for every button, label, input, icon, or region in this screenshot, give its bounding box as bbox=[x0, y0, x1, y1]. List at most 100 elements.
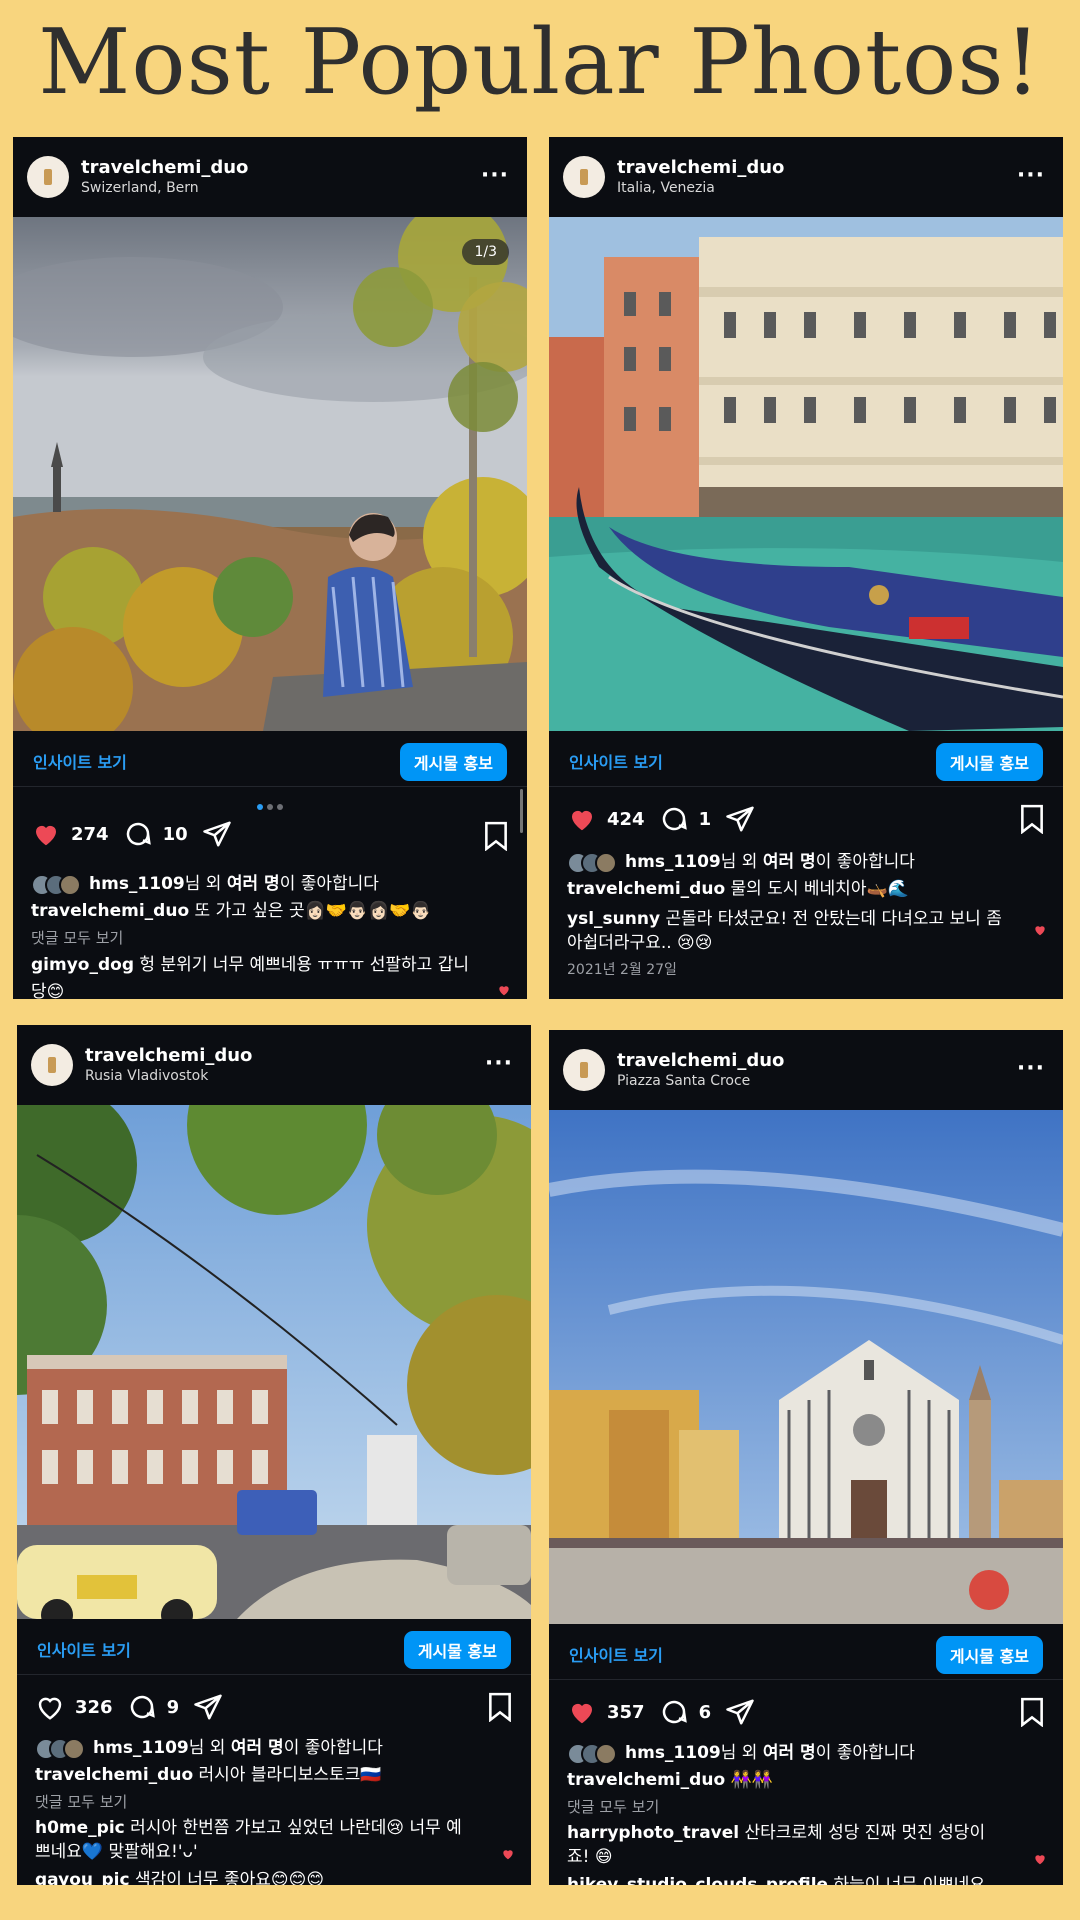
more-options-icon[interactable]: ··· bbox=[485, 1053, 513, 1075]
caption: travelchemi_duo 물의 도시 베네치아🛶🌊 bbox=[567, 876, 1037, 903]
insights-link[interactable]: 인사이트 보기 bbox=[37, 1637, 131, 1661]
comment-icon[interactable] bbox=[123, 819, 153, 849]
likers-row[interactable]: hms_1109님 외 여러 명이 좋아합니다 bbox=[31, 871, 501, 898]
more-options-icon[interactable]: ··· bbox=[1017, 1058, 1045, 1080]
insight-row: 인사이트 보기 게시물 홍보 bbox=[17, 1619, 531, 1675]
post-photo[interactable]: 1/3 bbox=[13, 217, 527, 731]
caption-text: 러시아 블라디보스토크🇷🇺 bbox=[193, 1765, 382, 1785]
post-meta: hms_1109님 외 여러 명이 좋아합니다 travelchemi_duo … bbox=[31, 871, 501, 999]
post-meta: hms_1109님 외 여러 명이 좋아합니다 travelchemi_duo … bbox=[567, 849, 1037, 984]
caption: travelchemi_duo 또 가고 싶은 곳👩🏻‍🤝‍👨🏻👩🏻‍🤝‍👨🏻 bbox=[31, 898, 501, 925]
username[interactable]: travelchemi_duo bbox=[617, 157, 784, 179]
location[interactable]: Piazza Santa Croce bbox=[617, 1072, 784, 1090]
promote-button[interactable]: 게시물 홍보 bbox=[403, 1631, 511, 1669]
location[interactable]: Swizerland, Bern bbox=[81, 179, 248, 197]
heart-icon[interactable] bbox=[31, 819, 61, 849]
heart-icon[interactable] bbox=[567, 804, 597, 834]
action-bar: 357 6 bbox=[567, 1695, 755, 1729]
caption-text: 👭👭 bbox=[725, 1770, 773, 1790]
comment-user[interactable]: h0me_pic bbox=[35, 1818, 125, 1838]
comment-user[interactable]: gayou_pic bbox=[35, 1870, 130, 1885]
scrollbar[interactable] bbox=[520, 789, 523, 833]
insights-link[interactable]: 인사이트 보기 bbox=[569, 749, 663, 773]
promote-button[interactable]: 게시물 홍보 bbox=[935, 1636, 1043, 1674]
bookmark-icon[interactable] bbox=[1019, 1697, 1045, 1727]
avatar[interactable] bbox=[563, 156, 605, 198]
username[interactable]: travelchemi_duo bbox=[85, 1045, 252, 1067]
insights-link[interactable]: 인사이트 보기 bbox=[569, 1642, 663, 1666]
liker-name[interactable]: hms_1109 bbox=[89, 874, 185, 894]
caption-user[interactable]: travelchemi_duo bbox=[31, 901, 189, 921]
post-meta: hms_1109님 외 여러 명이 좋아합니다 travelchemi_duo … bbox=[35, 1735, 505, 1885]
liker-name[interactable]: hms_1109 bbox=[93, 1738, 189, 1758]
comment-heart-icon[interactable] bbox=[1033, 923, 1047, 937]
post-card: travelchemi_duo Swizerland, Bern ··· 1/3… bbox=[13, 137, 527, 999]
likers-bold: 여러 명 bbox=[230, 1738, 284, 1758]
share-icon[interactable] bbox=[725, 1697, 755, 1727]
comment-heart-icon[interactable] bbox=[1033, 1852, 1047, 1866]
view-all-comments[interactable]: 댓글 모두 보기 bbox=[35, 1789, 505, 1816]
post-date: 2021년 2월 27일 bbox=[567, 962, 677, 978]
location[interactable]: Italia, Venezia bbox=[617, 179, 784, 197]
view-all-comments[interactable]: 댓글 모두 보기 bbox=[31, 925, 501, 952]
share-icon[interactable] bbox=[193, 1692, 223, 1722]
comment-user[interactable]: ysl_sunny bbox=[567, 909, 660, 929]
heart-icon[interactable] bbox=[567, 1697, 597, 1727]
caption-user[interactable]: travelchemi_duo bbox=[567, 1770, 725, 1790]
post-photo[interactable] bbox=[549, 1110, 1063, 1624]
bookmark-icon[interactable] bbox=[483, 821, 509, 851]
comment-heart-icon[interactable] bbox=[501, 1847, 515, 1861]
likers-suffix2: 이 좋아합니다 bbox=[815, 852, 915, 872]
promote-button[interactable]: 게시물 홍보 bbox=[935, 743, 1043, 781]
post-card: travelchemi_duo Italia, Venezia ··· 인사이트… bbox=[549, 137, 1063, 999]
comment: gimyo_dog 헝 분위기 너무 예쁘네용 ㅠㅠㅠ 선팔하고 갑니당😊 bbox=[31, 952, 471, 999]
likers-row[interactable]: hms_1109님 외 여러 명이 좋아합니다 bbox=[35, 1735, 505, 1762]
liker-name[interactable]: hms_1109 bbox=[625, 1743, 721, 1763]
comment-count: 10 bbox=[162, 823, 188, 845]
share-icon[interactable] bbox=[725, 804, 755, 834]
comment-user[interactable]: hikey_studio_clouds_profile bbox=[567, 1875, 828, 1885]
like-count: 424 bbox=[607, 808, 645, 830]
comment-icon[interactable] bbox=[659, 804, 689, 834]
comment-user[interactable]: harryphoto_travel bbox=[567, 1823, 739, 1843]
post-photo[interactable] bbox=[549, 217, 1063, 731]
likers-row[interactable]: hms_1109님 외 여러 명이 좋아합니다 bbox=[567, 1740, 1037, 1767]
comment: gayou_pic 색감이 너무 좋아요😊😊😊 bbox=[35, 1868, 475, 1885]
comment-icon[interactable] bbox=[127, 1692, 157, 1722]
like-count: 357 bbox=[607, 1701, 645, 1723]
likers-row[interactable]: hms_1109님 외 여러 명이 좋아합니다 bbox=[567, 849, 1037, 876]
carousel-dots bbox=[13, 795, 527, 814]
caption-text: 물의 도시 베네치아🛶🌊 bbox=[725, 879, 909, 899]
avatar[interactable] bbox=[27, 156, 69, 198]
action-bar: 424 1 bbox=[567, 802, 755, 836]
share-icon[interactable] bbox=[202, 819, 232, 849]
post-photo[interactable] bbox=[17, 1105, 531, 1619]
bookmark-icon[interactable] bbox=[487, 1692, 513, 1722]
comment-user[interactable]: gimyo_dog bbox=[31, 955, 134, 975]
comment-heart-icon[interactable] bbox=[497, 983, 511, 997]
username[interactable]: travelchemi_duo bbox=[81, 157, 248, 179]
avatar[interactable] bbox=[563, 1049, 605, 1091]
location[interactable]: Rusia Vladivostok bbox=[85, 1067, 252, 1085]
heart-outline-icon[interactable] bbox=[35, 1692, 65, 1722]
comment-count: 9 bbox=[166, 1696, 180, 1718]
more-options-icon[interactable]: ··· bbox=[1017, 165, 1045, 187]
avatar[interactable] bbox=[31, 1044, 73, 1086]
caption-user[interactable]: travelchemi_duo bbox=[567, 879, 725, 899]
comment-count: 1 bbox=[698, 808, 712, 830]
username[interactable]: travelchemi_duo bbox=[617, 1050, 784, 1072]
insights-link[interactable]: 인사이트 보기 bbox=[33, 749, 127, 773]
insight-row: 인사이트 보기 게시물 홍보 bbox=[13, 731, 527, 787]
likers-suffix2: 이 좋아합니다 bbox=[279, 874, 379, 894]
liker-name[interactable]: hms_1109 bbox=[625, 852, 721, 872]
promote-button[interactable]: 게시물 홍보 bbox=[399, 743, 507, 781]
more-options-icon[interactable]: ··· bbox=[481, 165, 509, 187]
post-meta: hms_1109님 외 여러 명이 좋아합니다 travelchemi_duo … bbox=[567, 1740, 1037, 1885]
comment-icon[interactable] bbox=[659, 1697, 689, 1727]
insight-row: 인사이트 보기 게시물 홍보 bbox=[549, 1624, 1063, 1680]
caption-user[interactable]: travelchemi_duo bbox=[35, 1765, 193, 1785]
comment: ysl_sunny 곤돌라 타셨군요! 전 안탔는데 다녀오고 보니 좀 아쉽더… bbox=[567, 907, 1007, 955]
comment-count: 6 bbox=[698, 1701, 712, 1723]
view-all-comments[interactable]: 댓글 모두 보기 bbox=[567, 1794, 1037, 1821]
bookmark-icon[interactable] bbox=[1019, 804, 1045, 834]
